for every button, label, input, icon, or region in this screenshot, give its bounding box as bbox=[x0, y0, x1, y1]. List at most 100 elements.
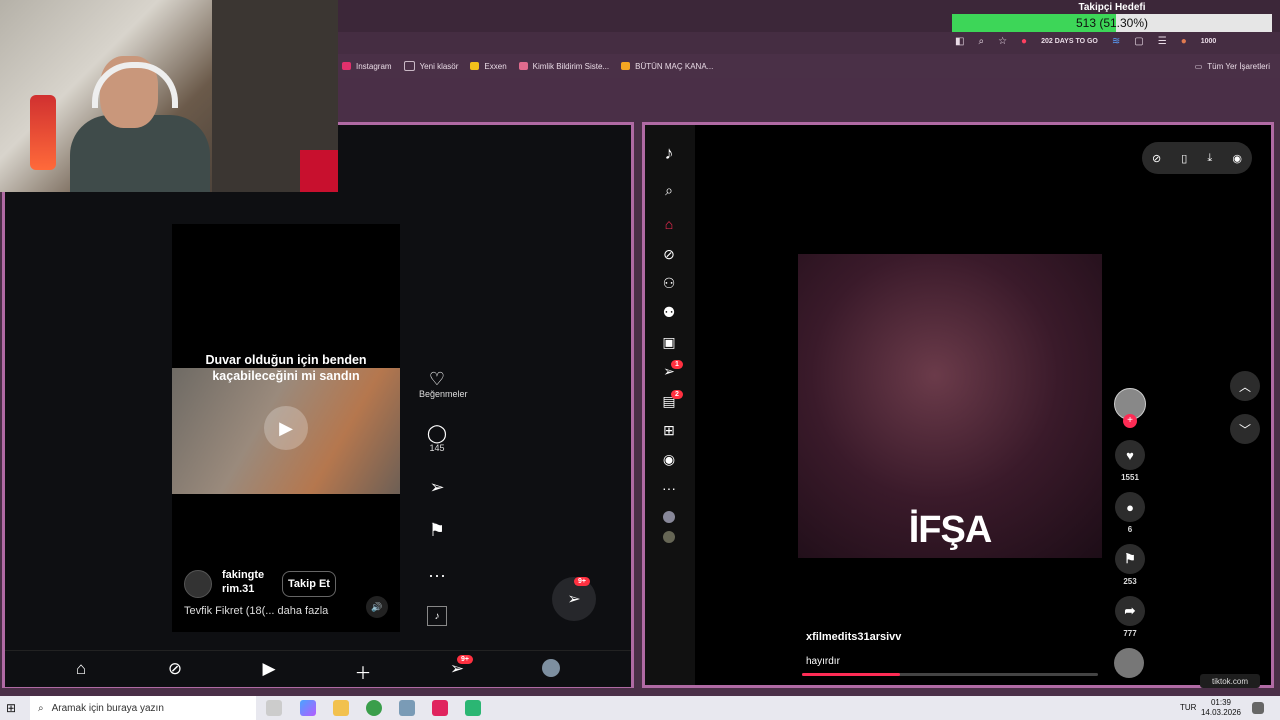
audio-icon: ♪ bbox=[427, 606, 447, 626]
follow-plus-icon[interactable]: + bbox=[1123, 414, 1137, 428]
all-bookmarks[interactable]: ▭ Tüm Yer İşaretleri bbox=[1195, 62, 1270, 71]
bookmark-star-icon[interactable]: ☆ bbox=[998, 36, 1007, 47]
previous-video-button[interactable]: ︿ bbox=[1230, 371, 1260, 401]
day-counter: 202 DAYS TO GO bbox=[1041, 38, 1098, 45]
like-button[interactable]: ♡ Beğenmeler bbox=[419, 369, 468, 399]
messages-badge: 9+ bbox=[574, 577, 590, 586]
heart-icon: ♡ bbox=[428, 369, 446, 389]
tiktok-username[interactable]: xfilmedits31arsivv bbox=[806, 631, 901, 643]
site-label: tiktok.com bbox=[1200, 674, 1260, 688]
reel-video[interactable]: Duvar olduğun için benden kaçabileceğini… bbox=[172, 224, 400, 632]
volume-icon[interactable]: 🔊 bbox=[366, 596, 388, 618]
video-progress-fill bbox=[802, 673, 900, 676]
like-button[interactable]: ♥ 1551 bbox=[1113, 440, 1147, 482]
next-video-button[interactable]: ﹀ bbox=[1230, 414, 1260, 444]
chevron-up-icon: ︿ bbox=[1238, 379, 1251, 394]
live-icon[interactable]: ▣ bbox=[658, 334, 680, 351]
explore-icon[interactable]: ⊘ bbox=[163, 659, 187, 679]
reel-username[interactable]: fakingte rim.31 bbox=[222, 568, 282, 596]
extension-red-icon[interactable]: ● bbox=[1021, 36, 1027, 47]
profile-icon[interactable]: ◉ bbox=[1232, 152, 1242, 165]
taskbar-clock[interactable]: 01:39 14.03.2026 bbox=[1196, 698, 1246, 718]
reels-icon[interactable]: ▶ bbox=[257, 659, 281, 679]
bookmark-kimlik[interactable]: Kimlik Bildirim Siste... bbox=[518, 62, 609, 71]
play-icon[interactable]: ▶ bbox=[264, 406, 308, 450]
inbox-icon[interactable]: ▤ 2 bbox=[658, 390, 683, 410]
webcam-microphone bbox=[30, 95, 56, 170]
taskbar-search[interactable]: ⌕ Aramak için buraya yazın bbox=[30, 696, 256, 720]
friends-icon[interactable]: ⚉ bbox=[658, 304, 680, 321]
bookmark-new-folder[interactable]: Yeni klasör bbox=[403, 61, 458, 71]
tiktok-logo-icon[interactable]: ♪ bbox=[658, 143, 680, 164]
tiktok-description: hayırdır bbox=[806, 656, 840, 667]
copilot-icon[interactable] bbox=[300, 700, 316, 716]
folder-icon: ▭ bbox=[1194, 62, 1203, 71]
profile-avatar[interactable]: ● bbox=[1181, 36, 1187, 47]
profile-icon[interactable]: ◉ bbox=[658, 451, 680, 468]
save-button[interactable]: ⚑ bbox=[419, 520, 455, 540]
instagram-icon bbox=[342, 62, 351, 70]
chevron-down-icon: ﹀ bbox=[1238, 422, 1251, 437]
create-icon[interactable]: ＋ bbox=[351, 659, 375, 684]
direct-icon[interactable]: ➢ 9+ bbox=[445, 655, 473, 679]
tiktok-video[interactable]: İFŞA bbox=[798, 254, 1102, 558]
home-icon[interactable]: ⌂ bbox=[658, 216, 680, 232]
comment-button[interactable]: ◯ 145 bbox=[419, 423, 455, 453]
account-avatar-2[interactable] bbox=[658, 530, 680, 546]
messages-icon[interactable]: ➢ 1 bbox=[658, 360, 683, 380]
send-icon: ➢ bbox=[429, 477, 445, 497]
more-icon[interactable]: ··· bbox=[658, 480, 680, 496]
sound-avatar[interactable] bbox=[1114, 648, 1144, 678]
counter-text: 1000 bbox=[1200, 38, 1217, 45]
bookmark-exxen[interactable]: Exxen bbox=[470, 62, 507, 71]
audio-thumbnail[interactable]: ♪ bbox=[419, 606, 455, 626]
messages-button[interactable]: ➢ 9+ bbox=[552, 577, 596, 621]
account-avatar[interactable] bbox=[658, 510, 680, 526]
share-button[interactable]: ➦ 777 bbox=[1113, 596, 1147, 638]
file-explorer-icon[interactable] bbox=[333, 700, 349, 716]
follow-button[interactable]: Takip Et bbox=[282, 571, 336, 597]
menu-icon[interactable]: ☰ bbox=[1158, 36, 1167, 47]
more-icon: ··· bbox=[428, 565, 446, 585]
explore-icon[interactable]: ⊘ bbox=[658, 246, 680, 263]
folder-icon bbox=[403, 61, 415, 71]
video-progress-bar[interactable] bbox=[802, 673, 1098, 676]
download-icon[interactable]: ⤓ bbox=[1207, 152, 1212, 165]
puzzle-icon[interactable]: ▢ bbox=[1134, 36, 1143, 47]
explore-icon[interactable]: ⊘ bbox=[1152, 152, 1161, 165]
wifi-icon[interactable]: ≋ bbox=[1112, 36, 1120, 47]
extension-icon[interactable]: ◧ bbox=[955, 36, 964, 47]
avatar[interactable] bbox=[184, 570, 212, 598]
follower-goal-bar: 513 (51.30%) bbox=[952, 14, 1272, 32]
zoom-icon[interactable]: ⌕ bbox=[978, 36, 984, 47]
comment-button[interactable]: ● 6 bbox=[1113, 492, 1147, 534]
instagram-app-icon[interactable] bbox=[432, 700, 448, 716]
bookmark-mac-kanallari[interactable]: BÜTÜN MAÇ KANA... bbox=[621, 62, 713, 71]
notifications-icon[interactable] bbox=[1252, 702, 1264, 714]
chrome-icon[interactable] bbox=[366, 700, 382, 716]
task-view-icon[interactable] bbox=[266, 700, 282, 716]
webcam-overlay bbox=[0, 0, 338, 192]
follower-goal-widget: Takipçi Hedefi 513 (51.30%) bbox=[952, 0, 1272, 34]
reel-description[interactable]: Tevfik Fikret (18(... daha fazla bbox=[184, 605, 328, 617]
app-icon[interactable] bbox=[465, 700, 481, 716]
video-tools: ⊘ ▯ ⤓ ◉ bbox=[1142, 142, 1252, 174]
video-overlay-text: İFŞA bbox=[908, 509, 993, 551]
share-button[interactable]: ➢ bbox=[419, 477, 455, 497]
jp-icon bbox=[621, 62, 631, 70]
following-icon[interactable]: ⚇ bbox=[658, 275, 680, 292]
search-icon: ⌕ bbox=[38, 702, 44, 714]
more-button[interactable]: ··· bbox=[419, 565, 455, 585]
windows-start-icon[interactable]: ⊞ bbox=[6, 701, 20, 715]
language-indicator[interactable]: TUR bbox=[1180, 703, 1196, 712]
search-icon[interactable]: ⌕ bbox=[658, 182, 680, 199]
follower-goal-title: Takipçi Hedefi bbox=[1078, 2, 1146, 13]
device-icon[interactable]: ▯ bbox=[1181, 152, 1187, 165]
profile-avatar[interactable] bbox=[539, 659, 563, 682]
save-button[interactable]: ⚑ 253 bbox=[1113, 544, 1147, 586]
bottom-nav: ⌂ ⊘ ▶ ＋ ➢ 9+ bbox=[5, 650, 631, 687]
home-icon[interactable]: ⌂ bbox=[69, 659, 93, 679]
notes-icon[interactable] bbox=[399, 700, 415, 716]
bookmark-instagram[interactable]: Instagram bbox=[342, 62, 392, 71]
upload-icon[interactable]: ⊞ bbox=[658, 422, 680, 439]
